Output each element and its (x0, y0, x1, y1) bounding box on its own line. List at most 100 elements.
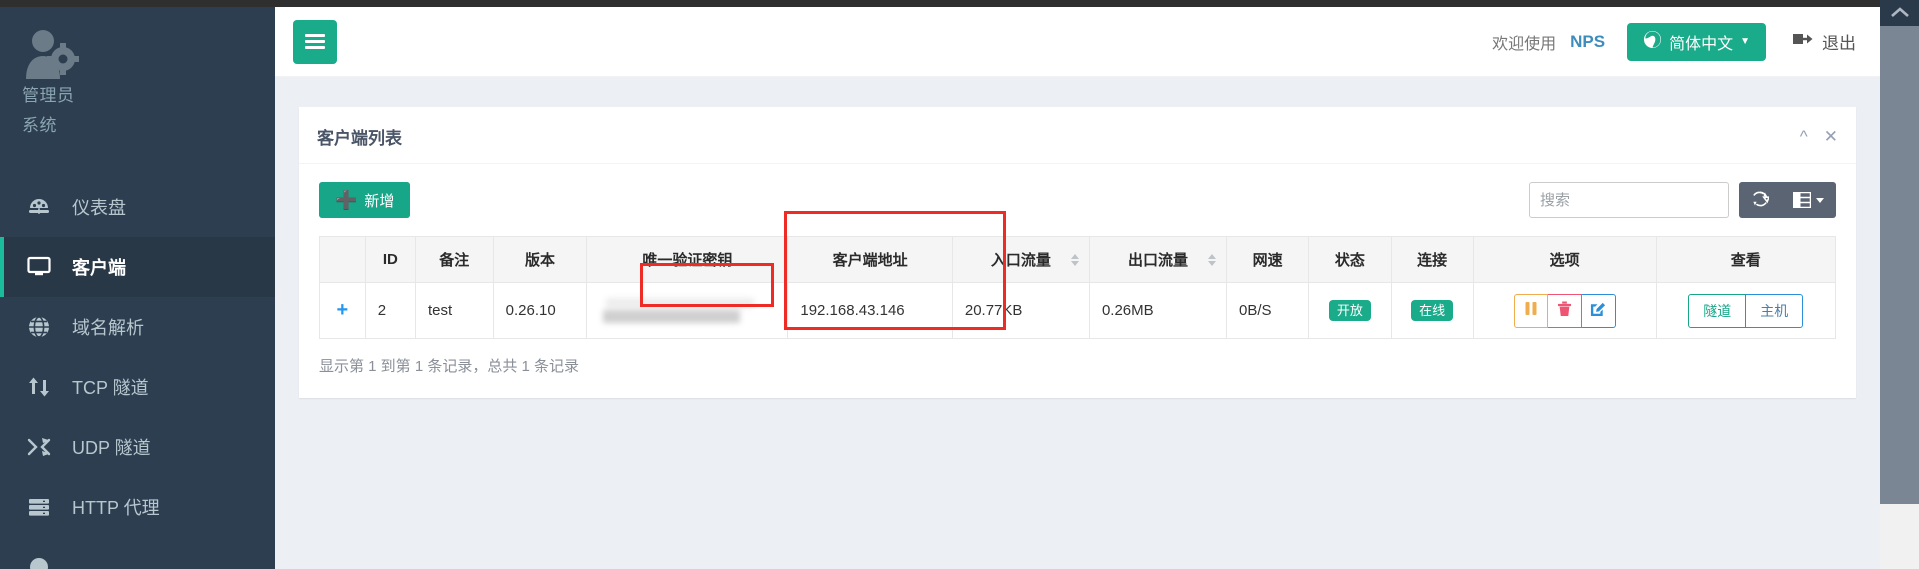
panel-body: ➕ 新增 搜索 ID 备注 版本 唯一验证密钥 客户端地址 入口流量 出口流量 … (299, 164, 1856, 398)
scroll-up-button[interactable] (1880, 0, 1919, 26)
refresh-icon (1751, 190, 1771, 211)
chevron-up-icon[interactable]: ^ (1800, 128, 1808, 145)
sidebar-item-tcp-tunnel[interactable]: TCP 隧道 (0, 357, 275, 417)
table-toolbar-right (1529, 182, 1836, 218)
sidebar-item-dashboard[interactable]: 仪表盘 (0, 177, 275, 237)
server-icon (26, 494, 60, 520)
sidebar-item-next-partial[interactable] (0, 537, 275, 569)
th-in-traffic[interactable]: 入口流量 (951, 236, 1090, 283)
view-button-group: 隧道 主机 (1669, 293, 1823, 328)
table-info-text: 显示第 1 到第 1 条记录，总共 1 条记录 (319, 358, 580, 375)
cell-view: 隧道 主机 (1655, 282, 1837, 339)
profile-name: 管理员 (22, 86, 75, 105)
edit-button[interactable] (1581, 293, 1616, 328)
sort-icon (1208, 253, 1217, 266)
connection-badge: 在线 (1411, 300, 1454, 321)
refresh-button[interactable] (1739, 182, 1781, 218)
columns-icon (1793, 192, 1824, 208)
th-remark: 备注 (414, 236, 494, 283)
cell-vkey (586, 282, 789, 339)
view-tunnel-button[interactable]: 隧道 (1688, 293, 1747, 328)
columns-toggle-button[interactable] (1781, 182, 1836, 218)
th-view: 查看 (1655, 236, 1837, 283)
view-host-button[interactable]: 主机 (1746, 293, 1804, 328)
sidebar-item-label: UDP 隧道 (72, 438, 151, 458)
delete-button[interactable] (1547, 293, 1582, 328)
th-vkey: 唯一验证密钥 (586, 236, 789, 283)
sort-icon (1070, 253, 1079, 266)
sidebar: 管理员 系统 仪表盘 客户端 域名解析 TCP 隧道 UDP 隧道 HTTP 代… (0, 7, 275, 569)
shuffle-icon (26, 434, 60, 460)
cell-remark: test (414, 282, 494, 339)
sidebar-item-label: 仪表盘 (72, 198, 126, 218)
content: 客户端列表 ^ ✕ ➕ 新增 搜索 ID 备注 版本 唯一验证密钥 客户端地址 … (275, 77, 1880, 398)
cell-out-traffic: 0.26MB (1088, 282, 1228, 339)
row-expand-cell[interactable]: + (319, 282, 366, 339)
expand-row-icon: + (336, 299, 349, 321)
sidebar-item-label: HTTP 代理 (72, 498, 160, 518)
panel-header: 客户端列表 ^ ✕ (299, 110, 1856, 164)
table-header-row: ID 备注 版本 唯一验证密钥 客户端地址 入口流量 出口流量 网速 状态 连接… (319, 236, 1837, 283)
page-scrollbar[interactable] (1880, 0, 1919, 569)
add-client-button[interactable]: ➕ 新增 (319, 182, 411, 218)
cell-options (1472, 282, 1657, 339)
th-status: 状态 (1308, 236, 1392, 283)
th-options: 选项 (1472, 236, 1657, 283)
cell-status: 开放 (1308, 282, 1392, 339)
circle-icon (26, 554, 60, 569)
sidebar-item-clients[interactable]: 客户端 (0, 237, 275, 297)
th-out-traffic[interactable]: 出口流量 (1088, 236, 1228, 283)
cell-address: 192.168.43.146 (787, 282, 953, 339)
globe-small-icon (1643, 30, 1662, 54)
plus-icon: ➕ (335, 190, 358, 210)
app-root: 管理员 系统 仪表盘 客户端 域名解析 TCP 隧道 UDP 隧道 HTTP 代… (0, 0, 1919, 569)
row-action-group (1486, 293, 1644, 328)
nps-link[interactable]: NPS (1570, 32, 1605, 52)
sidebar-profile: 管理员 系统 (0, 7, 275, 141)
th-version: 版本 (492, 236, 588, 283)
cell-connection: 在线 (1390, 282, 1474, 339)
status-badge: 开放 (1328, 300, 1371, 321)
th-in-traffic-label: 入口流量 (990, 252, 1051, 269)
language-selector-button[interactable]: 简体中文 ▼ (1627, 22, 1766, 61)
sidebar-item-udp-tunnel[interactable]: UDP 隧道 (0, 417, 275, 477)
logout-icon (1792, 29, 1814, 54)
sidebar-item-domain[interactable]: 域名解析 (0, 297, 275, 357)
browser-chrome-strip-inner (0, 0, 1880, 7)
hamburger-icon (305, 31, 325, 52)
welcome-text: 欢迎使用 (1492, 35, 1557, 53)
sidebar-item-label: TCP 隧道 (72, 378, 149, 398)
exchange-icon (26, 374, 60, 400)
logout-button[interactable]: 退出 (1792, 29, 1856, 54)
add-client-label: 新增 (364, 192, 395, 210)
page-title: 客户端列表 (317, 129, 402, 148)
redacted-vkey (599, 297, 775, 324)
panel-tools: ^ ✕ (1800, 128, 1838, 145)
th-expand (319, 236, 366, 283)
globe-icon (26, 314, 60, 340)
dashboard-icon (26, 194, 60, 220)
sidebar-item-label: 客户端 (72, 258, 126, 278)
topbar-right: 欢迎使用 NPS 简体中文 ▼ 退出 (1492, 22, 1880, 61)
chevron-up-icon (1890, 7, 1909, 17)
th-speed: 网速 (1226, 236, 1310, 283)
pause-button[interactable] (1513, 293, 1548, 328)
table-actions-group (1739, 182, 1836, 218)
monitor-icon (26, 254, 60, 280)
client-table: ID 备注 版本 唯一验证密钥 客户端地址 入口流量 出口流量 网速 状态 连接… (319, 236, 1837, 339)
logout-label: 退出 (1822, 34, 1856, 53)
chevron-down-icon: ▼ (1740, 36, 1750, 47)
edit-icon (1590, 301, 1606, 321)
client-list-panel: 客户端列表 ^ ✕ ➕ 新增 搜索 ID 备注 版本 唯一验证密钥 客户端地址 … (299, 107, 1856, 398)
scrollbar-thumb[interactable] (1880, 26, 1919, 504)
search-input[interactable] (1529, 182, 1729, 218)
trash-icon (1557, 301, 1572, 321)
sidebar-item-http-proxy[interactable]: HTTP 代理 (0, 477, 275, 537)
topbar: 欢迎使用 NPS 简体中文 ▼ 退出 (275, 7, 1880, 77)
language-label: 简体中文 (1669, 35, 1734, 53)
sidebar-toggle-button[interactable] (293, 19, 337, 64)
th-connection: 连接 (1390, 236, 1474, 283)
profile-role: 系统 (22, 116, 57, 135)
sidebar-nav: 仪表盘 客户端 域名解析 TCP 隧道 UDP 隧道 HTTP 代理 (0, 177, 275, 569)
close-icon[interactable]: ✕ (1824, 128, 1838, 145)
